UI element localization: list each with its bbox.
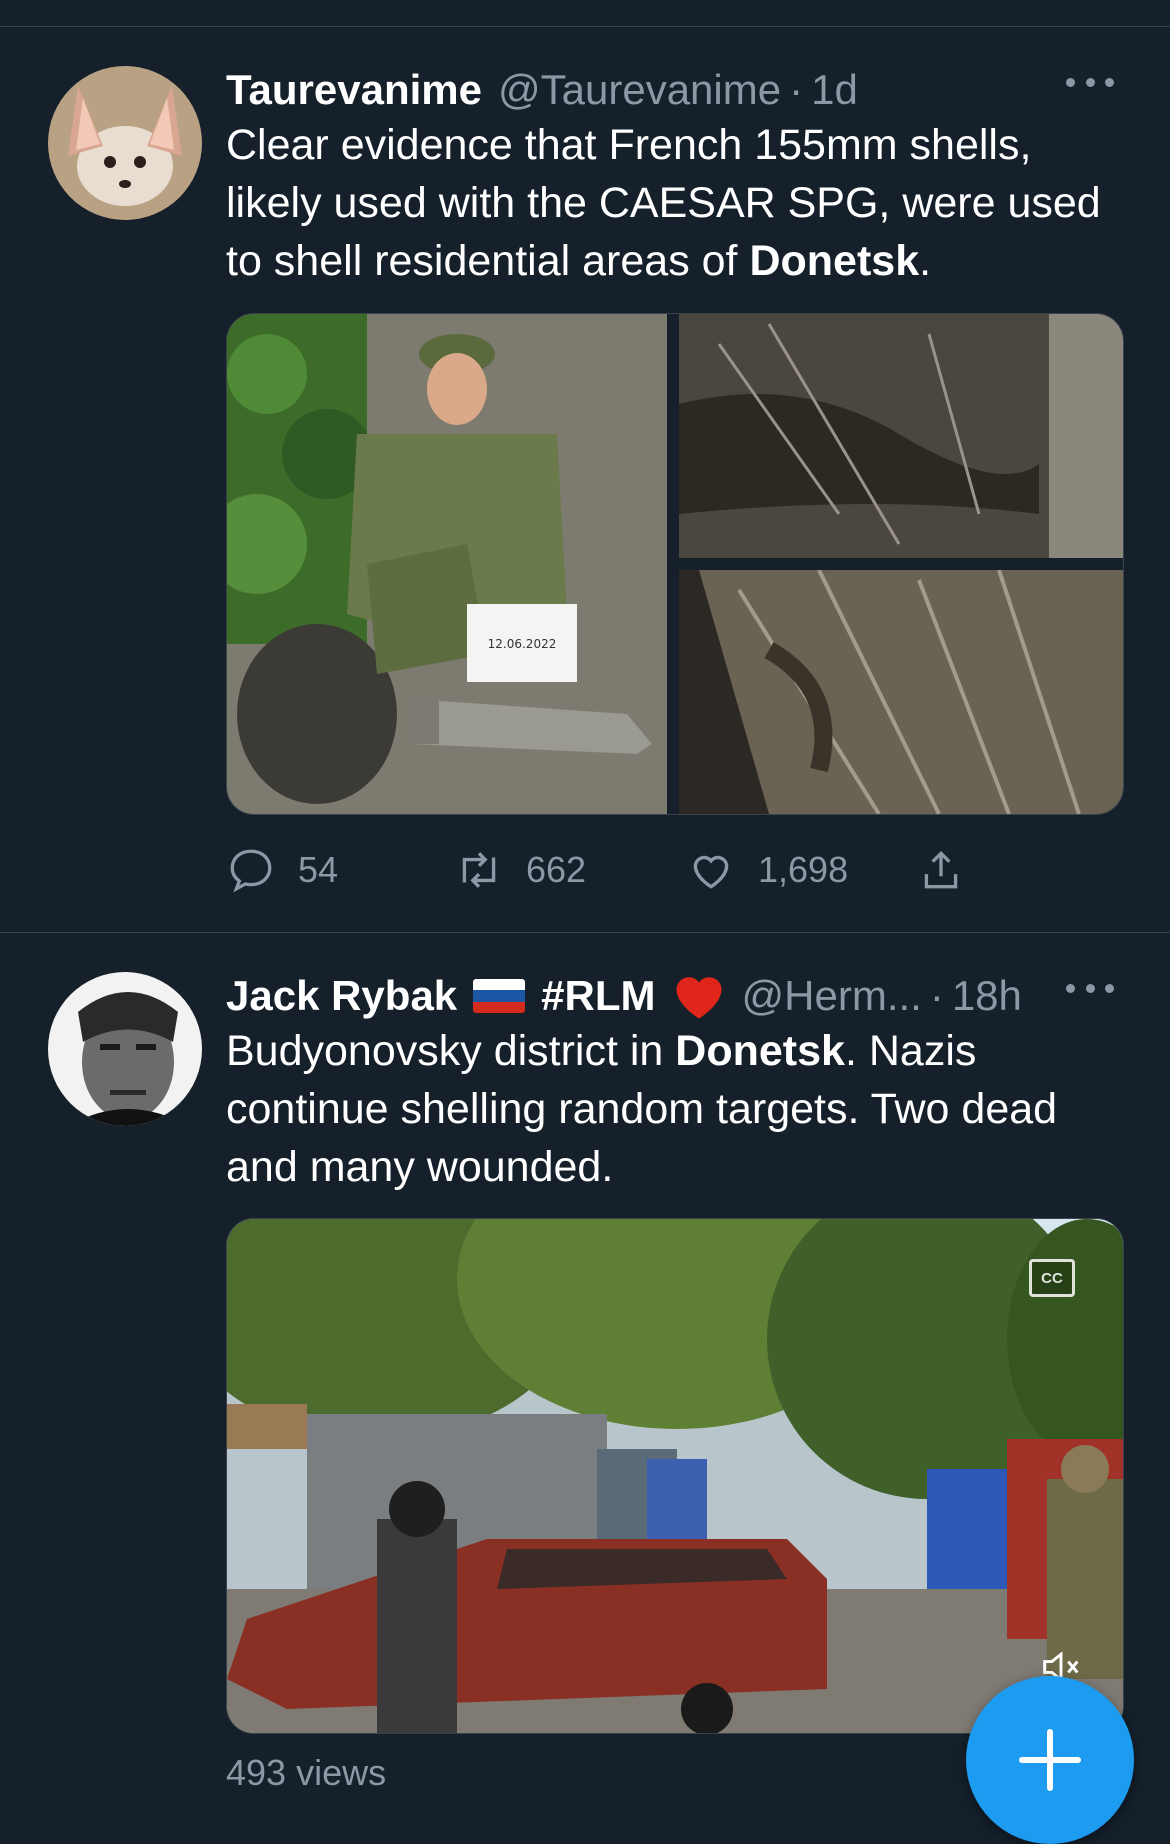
- reply-icon: [230, 849, 272, 893]
- plus-icon: [1019, 1729, 1081, 1791]
- russia-flag-icon: [473, 979, 526, 1013]
- user-handle[interactable]: @Taurevanime: [498, 66, 781, 114]
- more-icon[interactable]: [1066, 72, 1114, 92]
- like-count: 1,698: [758, 849, 849, 890]
- tweet-actions: 54 662 1,698: [226, 840, 986, 900]
- tweet-header: Taurevanime @Taurevanime · 1d: [226, 62, 858, 118]
- display-name[interactable]: Jack Rybak: [226, 972, 457, 1020]
- top-bar: [0, 0, 1170, 27]
- display-name[interactable]: Taurevanime: [226, 66, 482, 114]
- tweet-divider: [0, 932, 1170, 933]
- sign-text: 12.06.2022: [488, 637, 557, 651]
- more-icon[interactable]: [1066, 978, 1114, 998]
- user-handle[interactable]: @Herm...: [742, 972, 922, 1020]
- share-icon: [924, 850, 958, 889]
- tweet-text: Clear evidence that French 155mm shells,…: [226, 116, 1126, 290]
- photo-shell-closeup-1[interactable]: [679, 314, 1123, 558]
- timestamp[interactable]: 18h: [952, 972, 1022, 1020]
- photo-grid[interactable]: 12.06.2022: [226, 313, 1124, 815]
- video-player[interactable]: CC: [226, 1218, 1124, 1734]
- tweet-text-bold: Donetsk: [749, 237, 920, 285]
- captions-label: CC: [1041, 1269, 1063, 1287]
- hashtag[interactable]: #RLM: [541, 972, 655, 1020]
- retweet-button[interactable]: 662: [454, 840, 586, 900]
- avatar-jack-rybak[interactable]: [48, 972, 202, 1126]
- share-button[interactable]: [916, 840, 988, 900]
- timestamp[interactable]: 1d: [811, 66, 858, 114]
- photo-soldier[interactable]: 12.06.2022: [227, 314, 667, 814]
- avatar-taurevanime[interactable]: [48, 66, 202, 220]
- red-heart-icon: [676, 977, 722, 1019]
- captions-off-icon[interactable]: CC: [1029, 1259, 1075, 1297]
- tweet-text-part: Budyonovsky district in: [226, 1027, 676, 1075]
- separator-dot: ·: [789, 66, 804, 113]
- tweet-text-end: .: [919, 237, 932, 285]
- tweet-text: Budyonovsky district in Donetsk. Nazis c…: [226, 1022, 1126, 1196]
- view-count: 493 views: [226, 1752, 387, 1793]
- tweet-header: Jack Rybak #RLM @Herm... · 18h: [226, 968, 1022, 1024]
- tweet-text-bold: Donetsk: [675, 1027, 845, 1075]
- like-button[interactable]: 1,698: [686, 840, 848, 900]
- reply-count: 54: [298, 849, 339, 890]
- heart-icon: [693, 855, 729, 889]
- photo-shell-closeup-2[interactable]: [679, 570, 1123, 814]
- reply-button[interactable]: 54: [226, 840, 338, 900]
- separator-dot: ·: [929, 972, 944, 1019]
- retweet-count: 662: [526, 849, 587, 890]
- retweet-icon: [462, 852, 496, 888]
- compose-button[interactable]: [966, 1676, 1134, 1844]
- tweet-text-part: Clear evidence that French 155mm shells,…: [226, 121, 1101, 285]
